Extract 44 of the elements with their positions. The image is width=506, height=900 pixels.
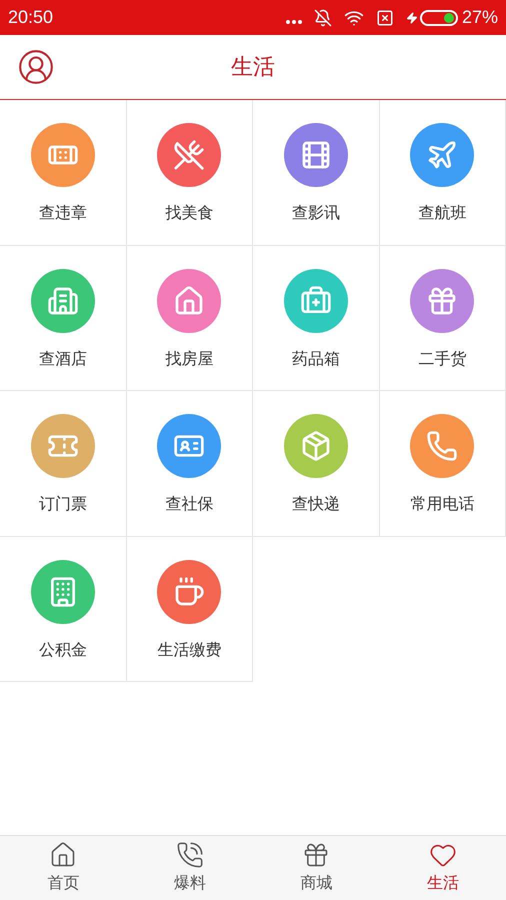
phone-icon — [176, 841, 204, 869]
service-tile[interactable]: 找房屋 — [126, 246, 253, 391]
muted-bell-icon — [314, 8, 332, 26]
service-tile[interactable]: 二手货 — [380, 246, 506, 391]
service-tile[interactable]: 查影讯 — [253, 100, 380, 246]
tile-label: 查影讯 — [292, 202, 340, 224]
battery-icon — [420, 10, 458, 26]
tile-label: 二手货 — [418, 348, 466, 370]
no-sim-icon — [376, 8, 394, 26]
tile-label: 生活缴费 — [157, 638, 222, 660]
tile-label: 常用电话 — [410, 493, 474, 515]
battery-percent: 27% — [462, 6, 498, 29]
more-dots-icon — [286, 20, 302, 24]
home-icon — [49, 841, 78, 869]
charging-icon — [406, 12, 418, 24]
tile-label: 查航班 — [418, 202, 466, 224]
tile-label: 药品箱 — [292, 348, 340, 370]
tile-label: 找美食 — [165, 202, 214, 224]
clock-time: 20:50 — [8, 6, 54, 29]
service-tile[interactable]: 生活缴费 — [126, 536, 253, 682]
tab-item[interactable]: 商城 — [253, 836, 380, 900]
tile-label: 查社保 — [165, 493, 214, 515]
user-avatar-icon[interactable] — [17, 48, 55, 86]
service-tile[interactable]: 查酒店 — [0, 246, 126, 391]
tab-item[interactable]: 首页 — [0, 836, 126, 900]
tile-label: 查快递 — [292, 493, 340, 515]
service-tile[interactable]: 查社保 — [126, 391, 253, 536]
service-tile[interactable]: 找美食 — [126, 100, 253, 246]
service-tile[interactable]: 订门票 — [0, 391, 126, 536]
tab-item[interactable]: 爆料 — [126, 836, 253, 900]
service-tile[interactable]: 公积金 — [0, 536, 126, 682]
service-tile[interactable]: 常用电话 — [380, 391, 506, 536]
tab-item[interactable]: 生活 — [380, 836, 506, 900]
service-tile[interactable]: 查违章 — [0, 100, 126, 246]
service-tile[interactable]: 查快递 — [253, 391, 380, 536]
service-tile[interactable]: 查航班 — [380, 100, 506, 246]
tile-label: 找房屋 — [165, 348, 214, 370]
tile-label: 订门票 — [38, 493, 87, 515]
tile-label: 查酒店 — [38, 348, 87, 370]
page-title: 生活 — [231, 54, 275, 82]
tile-label: 公积金 — [38, 638, 87, 660]
gift-icon — [302, 841, 330, 869]
tile-label: 查违章 — [38, 202, 87, 224]
service-tile[interactable]: 药品箱 — [253, 246, 380, 391]
